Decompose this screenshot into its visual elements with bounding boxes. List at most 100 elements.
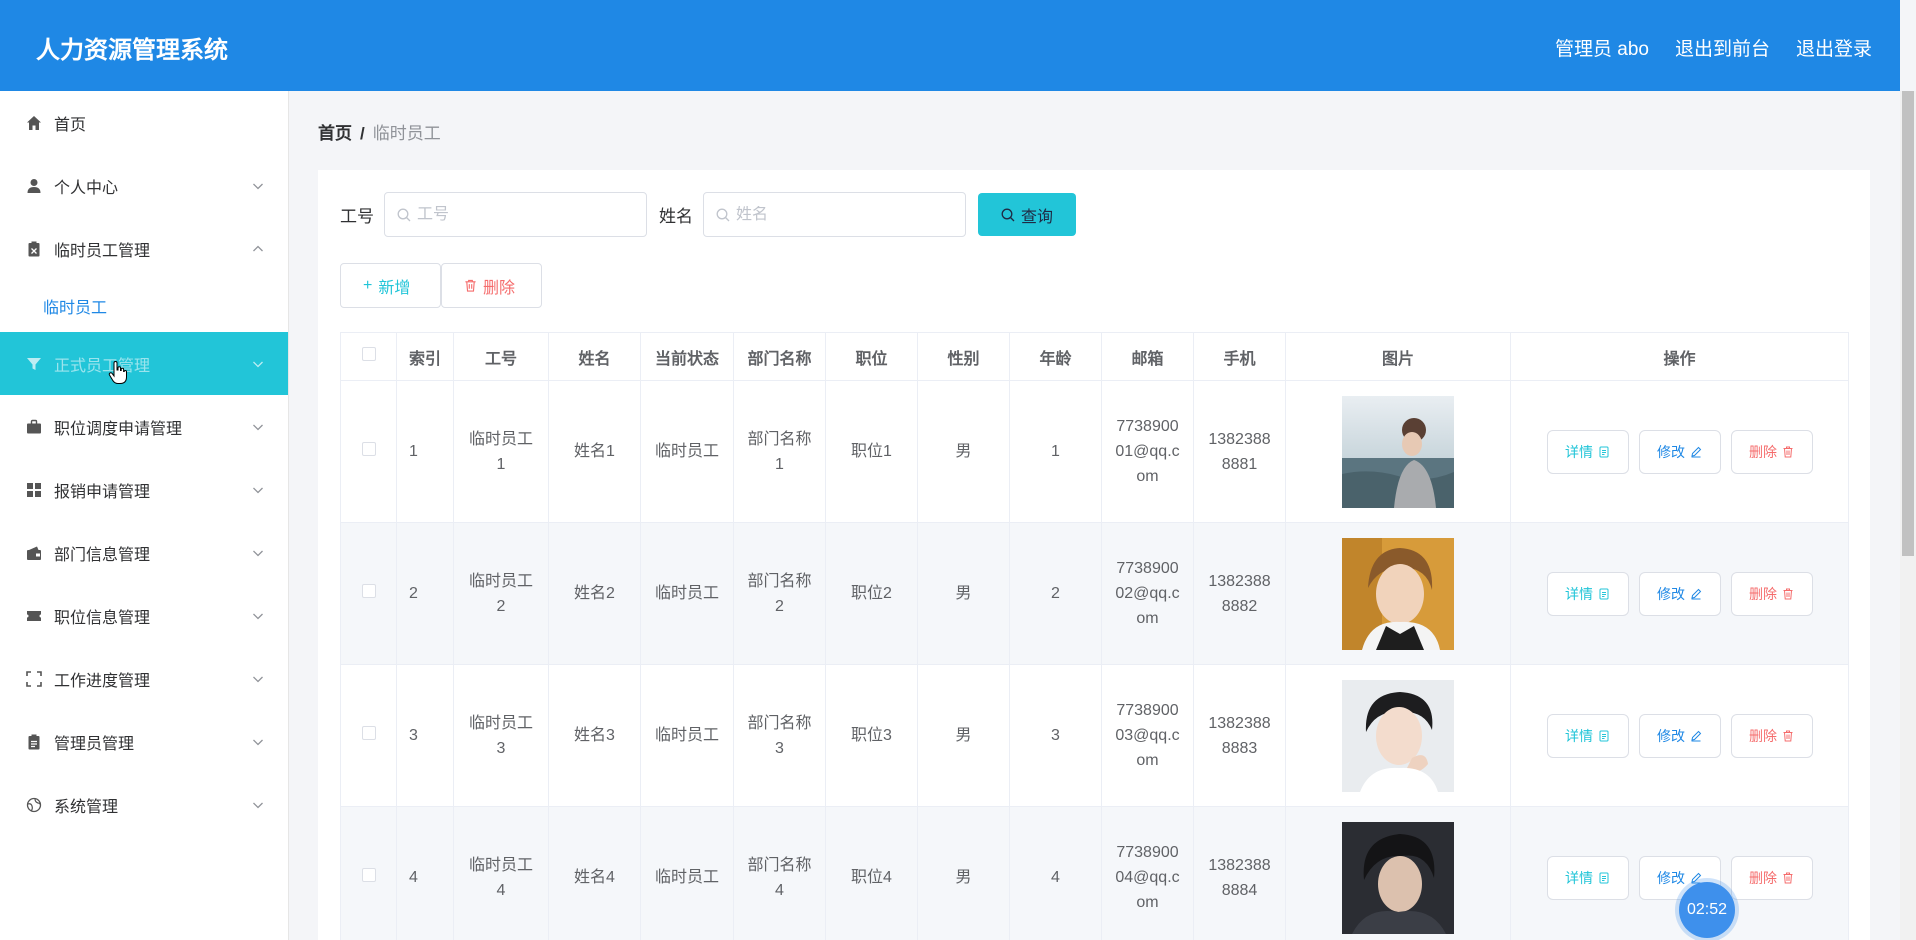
cell-gender: 男 xyxy=(917,806,1010,940)
cell-department: 部门名称 1 xyxy=(733,380,826,523)
employee-id-label: 工号 xyxy=(340,207,374,226)
sidebar-item-label: 系统管理 xyxy=(54,798,119,816)
sidebar-item-position-info-mgmt[interactable]: 职位信息管理 xyxy=(0,584,288,647)
sidebar-item-label: 报销申请管理 xyxy=(54,483,151,501)
detail-button[interactable]: 详情 xyxy=(1546,855,1629,900)
row-checkbox[interactable] xyxy=(361,868,376,882)
search-icon xyxy=(397,208,411,221)
search-bar: 工号 姓名 查询 xyxy=(340,192,1076,237)
name-label: 姓名 xyxy=(659,207,693,226)
detail-button[interactable]: 详情 xyxy=(1546,571,1629,616)
sidebar-item-work-progress-mgmt[interactable]: 工作进度管理 xyxy=(0,647,288,710)
cell-operations: 详情 修改 删除 xyxy=(1510,522,1849,665)
batch-delete-button-label: 删除 xyxy=(483,279,516,297)
employee-id-field[interactable] xyxy=(384,192,647,237)
row-checkbox[interactable] xyxy=(361,584,376,598)
content-card: 工号 姓名 查询 + 新增 删除 xyxy=(318,170,1870,940)
plus-icon: + xyxy=(363,276,373,294)
cell-phone: 1382388 8882 xyxy=(1193,522,1286,665)
document-icon xyxy=(1599,730,1609,741)
add-button[interactable]: + 新增 xyxy=(340,263,441,308)
sidebar-item-label: 部门信息管理 xyxy=(54,546,151,564)
header-nav: 管理员 abo 退出到前台 退出登录 xyxy=(1555,34,1872,61)
edit-button-label: 修改 xyxy=(1657,727,1685,744)
cell-photo xyxy=(1285,380,1511,523)
cell-index: 4 xyxy=(396,806,454,940)
edit-button-label: 修改 xyxy=(1657,443,1685,460)
cell-department: 部门名称 3 xyxy=(733,664,826,807)
chevron-down-icon xyxy=(253,676,263,682)
sidebar-item-reimbursement-mgmt[interactable]: 报销申请管理 xyxy=(0,458,288,521)
cell-department: 部门名称 2 xyxy=(733,522,826,665)
sidebar-item-label: 正式员工管理 xyxy=(54,357,151,375)
delete-button[interactable]: 删除 xyxy=(1730,855,1813,900)
employee-photo xyxy=(1342,679,1454,792)
breadcrumb-current: 临时员工 xyxy=(372,124,441,143)
cell-photo xyxy=(1285,806,1511,940)
edit-button[interactable]: 修改 xyxy=(1638,429,1721,474)
employee-photo xyxy=(1342,821,1454,934)
breadcrumb: 首页 / 临时员工 xyxy=(318,119,441,144)
filter-icon xyxy=(26,356,42,372)
edit-button[interactable]: 修改 xyxy=(1638,713,1721,758)
sidebar-item-temp-staff-mgmt[interactable]: 临时员工管理 xyxy=(0,217,288,280)
cell-age: 2 xyxy=(1009,522,1102,665)
query-button-label: 查询 xyxy=(1020,208,1053,226)
row-checkbox[interactable] xyxy=(361,442,376,456)
sidebar-item-system-mgmt[interactable]: 系统管理 xyxy=(0,773,288,836)
cell-phone: 1382388 8884 xyxy=(1193,806,1286,940)
name-field[interactable] xyxy=(703,192,966,237)
employee-id-input[interactable] xyxy=(417,205,617,224)
cell-position: 职位3 xyxy=(825,664,918,807)
breadcrumb-home[interactable]: 首页 xyxy=(318,124,352,143)
admin-user-link[interactable]: 管理员 abo xyxy=(1555,34,1649,61)
ticket-icon xyxy=(26,608,42,624)
chevron-down-icon xyxy=(253,183,263,189)
column-header: 索引 xyxy=(396,332,454,381)
cell-index: 3 xyxy=(396,664,454,807)
fullscreen-icon xyxy=(26,670,42,687)
cell-position: 职位4 xyxy=(825,806,918,940)
delete-button-label: 删除 xyxy=(1749,727,1777,744)
detail-button[interactable]: 详情 xyxy=(1546,713,1629,758)
cell-name: 姓名1 xyxy=(548,380,641,523)
sidebar-item-admin-mgmt[interactable]: 管理员管理 xyxy=(0,710,288,773)
cell-name: 姓名2 xyxy=(548,522,641,665)
detail-button[interactable]: 详情 xyxy=(1546,429,1629,474)
sidebar-item-label: 管理员管理 xyxy=(54,735,135,753)
column-header: 手机 xyxy=(1193,332,1286,381)
cell-employee-id: 临时员工 1 xyxy=(453,380,549,523)
delete-button[interactable]: 删除 xyxy=(1730,571,1813,616)
cell-age: 1 xyxy=(1009,380,1102,523)
query-button[interactable]: 查询 xyxy=(978,193,1076,236)
name-input[interactable] xyxy=(736,205,936,224)
select-all-checkbox[interactable] xyxy=(361,347,376,361)
delete-button-label: 删除 xyxy=(1749,443,1777,460)
vertical-scrollbar[interactable] xyxy=(1900,91,1916,940)
chevron-down-icon xyxy=(253,361,263,367)
exit-to-frontend-link[interactable]: 退出到前台 xyxy=(1675,34,1770,61)
scrollbar-thumb[interactable] xyxy=(1902,91,1914,556)
sidebar-item-position-transfer-mgmt[interactable]: 职位调度申请管理 xyxy=(0,395,288,458)
table-row: 4 临时员工 4 姓名4 临时员工 部门名称 4 职位4 男 4 7738900 04@qq.c… xyxy=(340,806,1849,940)
logout-link[interactable]: 退出登录 xyxy=(1796,34,1872,61)
cell-age: 4 xyxy=(1009,806,1102,940)
cell-gender: 男 xyxy=(917,522,1010,665)
row-checkbox[interactable] xyxy=(361,726,376,740)
edit-button[interactable]: 修改 xyxy=(1638,571,1721,616)
cell-email: 7738900 01@qq.c om xyxy=(1101,380,1194,523)
sidebar-item-label: 个人中心 xyxy=(54,179,119,197)
delete-button[interactable]: 删除 xyxy=(1730,713,1813,758)
sidebar-item-personal-center[interactable]: 个人中心 xyxy=(0,154,288,217)
detail-button-label: 详情 xyxy=(1565,585,1593,602)
sidebar-item-label: 临时员工管理 xyxy=(54,242,151,260)
sidebar-item-home[interactable]: 首页 xyxy=(0,91,288,154)
grid-icon xyxy=(26,482,42,498)
cell-position: 职位1 xyxy=(825,380,918,523)
sidebar-subitem-temp-staff[interactable]: 临时员工 xyxy=(0,280,288,332)
batch-delete-button[interactable]: 删除 xyxy=(441,263,542,308)
sidebar-item-dept-info-mgmt[interactable]: 部门信息管理 xyxy=(0,521,288,584)
sidebar-item-formal-staff-mgmt[interactable]: 正式员工管理 xyxy=(0,332,288,395)
delete-button[interactable]: 删除 xyxy=(1730,429,1813,474)
delete-button-label: 删除 xyxy=(1749,869,1777,886)
